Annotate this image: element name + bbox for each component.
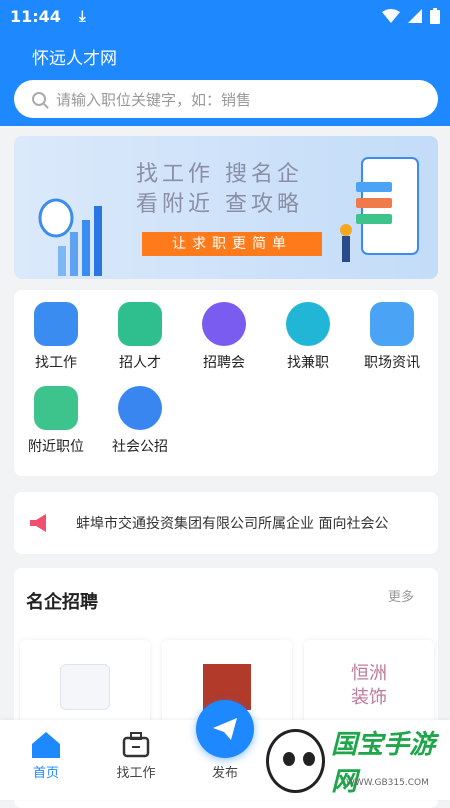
group-icon (202, 302, 246, 346)
grid-item-label: 附近职位 (28, 439, 84, 455)
battery-icon (430, 8, 440, 24)
watermark: 国宝手游网 WWW.GB315.COM (262, 722, 450, 800)
grid-item-part-time[interactable]: 找兼职 (266, 302, 350, 372)
company-logo (60, 664, 110, 710)
app-header: 11:44 ⤓ 怀远人才网 请输入职位关键字，如：销售 (0, 0, 450, 126)
tab-home[interactable]: 首页 (16, 720, 76, 800)
company-card[interactable] (20, 640, 150, 730)
grid-item-label: 招聘会 (203, 355, 245, 371)
grid-item-public-recruitment[interactable]: 社会公招 (98, 386, 182, 456)
megaphone-icon (30, 514, 46, 532)
search-icon (32, 92, 46, 106)
tab-publish-label: 发布 (211, 766, 238, 781)
promo-banner[interactable]: 找工作 搜名企 看附近 查攻略 让求职更简单 (14, 136, 438, 279)
panda-logo (266, 729, 326, 793)
feature-grid: 找工作 招人才 招聘会 找兼职 职场资讯 附近职位 社会公招 (14, 290, 438, 476)
app-title: 怀远人才网 (32, 49, 117, 69)
location-pin-icon (34, 386, 78, 430)
search-input[interactable]: 请输入职位关键字，如：销售 (14, 80, 438, 118)
grid-item-find-job[interactable]: 找工作 (14, 302, 98, 372)
search-placeholder: 请输入职位关键字，如：销售 (56, 90, 252, 109)
tab-label: 首页 (32, 766, 59, 781)
part-time-icon (286, 302, 330, 346)
grid-item-label: 职场资讯 (364, 355, 420, 371)
grid-item-label: 找工作 (35, 355, 77, 371)
home-icon (32, 732, 60, 758)
graduation-cap-icon (118, 302, 162, 346)
paper-plane-icon (213, 718, 237, 740)
status-bar: 11:44 ⤓ (0, 0, 450, 32)
briefcase-icon (34, 302, 78, 346)
more-link[interactable]: 更多 (388, 586, 414, 605)
watermark-url: WWW.GB315.COM (346, 778, 429, 788)
bar-graph-illustration (38, 198, 102, 276)
grid-item-label: 招人才 (119, 355, 161, 371)
status-time: 11:44 (10, 6, 61, 26)
banner-line-1: 找工作 搜名企 (136, 162, 303, 187)
announcement-text: 蚌埠市交通投资集团有限公司所属企业 面向社会公 (76, 516, 389, 532)
grid-item-career-news[interactable]: 职场资讯 (350, 302, 434, 372)
user-badge-icon (118, 386, 162, 430)
wifi-icon (382, 9, 400, 23)
grid-item-nearby-jobs[interactable]: 附近职位 (14, 386, 98, 456)
banner-cta: 让求职更简单 (142, 232, 322, 256)
banner-line-2: 看附近 查攻略 (136, 192, 303, 217)
news-icon (370, 302, 414, 346)
download-icon: ⤓ (78, 7, 86, 25)
tab-jobs[interactable]: 找工作 (106, 720, 166, 800)
tab-label: 找工作 (116, 766, 156, 781)
grid-item-job-fair[interactable]: 招聘会 (182, 302, 266, 372)
banner-headline: 找工作 搜名企 看附近 查攻略 (136, 160, 303, 220)
section-title: 名企招聘 (26, 592, 98, 613)
grid-item-recruit[interactable]: 招人才 (98, 302, 182, 372)
publish-button[interactable] (196, 700, 254, 758)
grid-item-label: 找兼职 (287, 355, 329, 371)
announcement-bar[interactable]: 蚌埠市交通投资集团有限公司所属企业 面向社会公 (14, 492, 438, 554)
phone-illustration (340, 157, 419, 262)
briefcase-tab-icon (122, 732, 150, 758)
grid-item-label: 社会公招 (112, 439, 168, 455)
signal-icon (408, 9, 422, 23)
company-card[interactable]: 恒洲装饰 (304, 640, 434, 730)
company-logo-text: 恒洲装饰 (351, 663, 387, 708)
